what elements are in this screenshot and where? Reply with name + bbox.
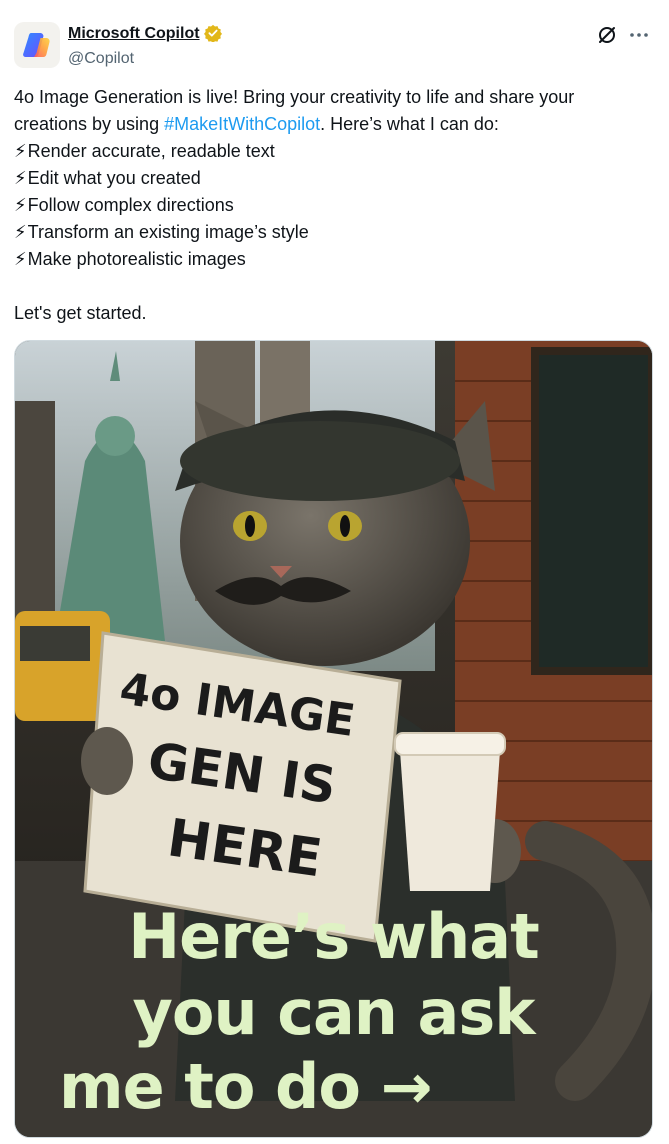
display-name[interactable]: Microsoft Copilot [68,25,200,42]
avatar[interactable] [14,22,60,68]
hashtag-link[interactable]: #MakeItWithCopilot [164,114,320,134]
capability-label: Transform an existing image’s style [27,222,309,242]
capability-label: Render accurate, readable text [27,141,275,161]
outro-text: Let's get started. [14,303,147,323]
lightning-icon: ⚡ [14,195,27,215]
capability-item: ⚡Render accurate, readable text [14,138,644,165]
intro-text-end: . Here’s what I can do: [320,114,499,134]
verified-badge-icon[interactable] [203,24,222,47]
capability-item: ⚡Edit what you created [14,165,644,192]
lightning-icon: ⚡ [14,222,27,242]
capability-item: ⚡Follow complex directions [14,192,644,219]
newspaper-sign: 4o IMAGE GEN IS HERE [83,631,402,943]
more-icon[interactable] [628,24,650,51]
coffee-cup [394,732,506,891]
grok-icon[interactable] [596,24,618,51]
overlay-line-2: you can ask [132,976,535,1049]
capability-label: Follow complex directions [27,195,234,215]
capability-item: ⚡Transform an existing image’s style [14,219,644,246]
capability-item: ⚡Make photorealistic images [14,246,644,273]
lightning-icon: ⚡ [14,168,27,188]
lightning-icon: ⚡ [14,249,27,269]
capability-label: Make photorealistic images [27,249,246,269]
lightning-icon: ⚡ [14,141,27,161]
overlay-line-3: me to do → [59,1050,433,1123]
overlay-line-1: Here’s what [128,900,540,973]
tweet-media-image[interactable]: 4o IMAGE GEN IS HERE Here’s what you can… [14,340,653,1138]
handle[interactable]: @Copilot [68,49,222,69]
tweet-text: 4o Image Generation is live! Bring your … [14,84,644,327]
tweet-header: Microsoft Copilot @Copilot [14,20,654,72]
capability-label: Edit what you created [27,168,201,188]
copilot-logo-icon [23,33,50,57]
